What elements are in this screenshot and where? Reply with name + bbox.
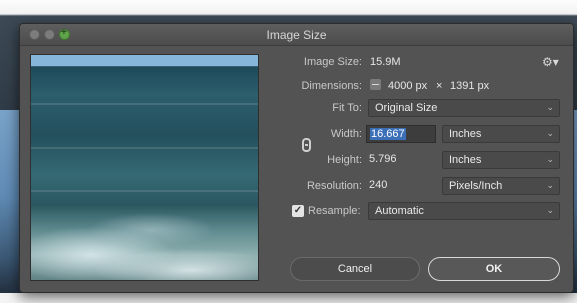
dimensions-unit-toggle[interactable] — [370, 79, 381, 90]
image-preview[interactable] — [30, 54, 259, 281]
resolution-label: Resolution: — [306, 180, 362, 192]
resolution-unit-value: Pixels/Inch — [449, 180, 503, 192]
chevron-down-icon: ⌄ — [546, 128, 554, 138]
resample-label[interactable]: Resample: — [308, 205, 361, 217]
resample-select[interactable]: Automatic ⌄ — [368, 202, 560, 220]
resolution-value: 240 — [369, 179, 388, 191]
preview-wave — [31, 190, 258, 192]
window-title: Image Size — [266, 28, 327, 42]
link-chain-icon[interactable] — [302, 138, 311, 152]
chevron-down-icon: ⌄ — [546, 205, 554, 215]
fit-to-value: Original Size — [375, 102, 438, 114]
fit-to-label: Fit To: — [332, 102, 362, 114]
cancel-button[interactable]: Cancel — [290, 257, 420, 281]
height-label: Height: — [327, 154, 362, 166]
chevron-down-icon: ⌄ — [546, 180, 554, 190]
desktop-background-strip — [0, 293, 577, 303]
dimensions-label: Dimensions: — [301, 80, 362, 92]
width-label: Width: — [330, 128, 362, 140]
image-size-dialog: Image Size Image Size: 15.9M ⚙▾ Dimensio… — [19, 23, 574, 293]
preview-wave — [31, 103, 258, 105]
image-size-value: 15.9M — [370, 56, 401, 68]
resolution-input[interactable]: 240 — [366, 177, 436, 195]
dimensions-times: × — [436, 80, 443, 92]
resample-checkbox[interactable]: ✓ — [292, 205, 304, 217]
width-unit-value: Inches — [449, 128, 482, 140]
chevron-down-icon: ⌄ — [546, 154, 554, 164]
preview-wave — [31, 147, 258, 149]
height-value: 5.796 — [369, 153, 397, 165]
title-bar: Image Size — [20, 24, 573, 46]
fit-to-select[interactable]: Original Size ⌄ — [368, 99, 560, 117]
preview-sky — [31, 55, 258, 66]
height-unit-value: Inches — [449, 154, 482, 166]
width-input[interactable]: 16.667 — [366, 125, 436, 143]
resolution-unit-select[interactable]: Pixels/Inch ⌄ — [442, 177, 560, 195]
width-value: 16.667 — [370, 128, 406, 140]
height-unit-select[interactable]: Inches ⌄ — [442, 151, 560, 169]
chevron-down-icon: ⌄ — [546, 102, 554, 112]
ok-button[interactable]: OK — [428, 257, 560, 281]
gear-icon[interactable]: ⚙▾ — [542, 55, 559, 69]
resample-value: Automatic — [375, 205, 424, 217]
image-size-label: Image Size: — [303, 56, 362, 68]
width-unit-select[interactable]: Inches ⌄ — [442, 125, 560, 143]
dimensions-height: 1391 px — [450, 80, 490, 92]
height-input[interactable]: 5.796 — [366, 151, 436, 169]
dimensions-width: 4000 px — [388, 80, 428, 92]
